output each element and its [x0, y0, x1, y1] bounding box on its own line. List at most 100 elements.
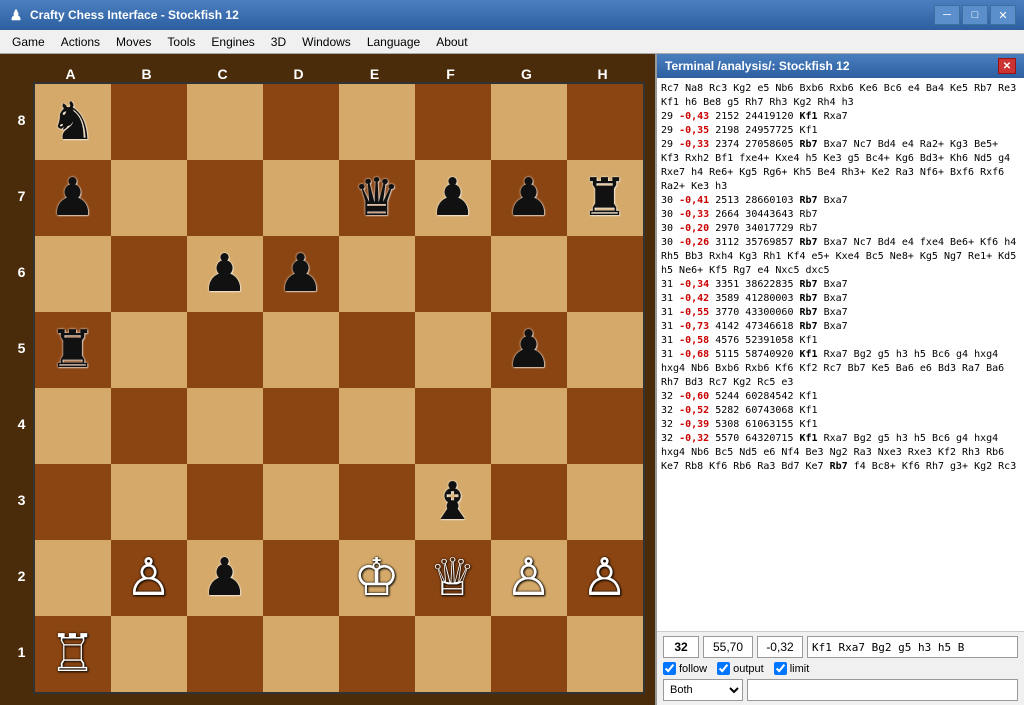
cell-e7[interactable]: ♛	[339, 160, 415, 236]
terminal-line: 30 -0,20 2970 34017729 Rb7	[661, 222, 1020, 236]
score2-input[interactable]	[757, 636, 803, 658]
command-input[interactable]	[747, 679, 1018, 701]
cell-e5[interactable]	[339, 312, 415, 388]
cell-b8[interactable]	[111, 84, 187, 160]
chess-board[interactable]: ♞♟♛♟♟♜♟♟♜♟♝♙♟♔♕♙♙♖	[33, 82, 645, 694]
terminal-output[interactable]: Rc7 Na8 Rc3 Kg2 e5 Nb6 Bxb6 Rxb6 Ke6 Bc6…	[657, 78, 1024, 631]
limit-checkbox[interactable]	[774, 662, 787, 675]
cell-a1[interactable]: ♖	[35, 616, 111, 692]
row-labels: 8 7 6 5 4 3 2 1	[11, 82, 33, 694]
cell-e3[interactable]	[339, 464, 415, 540]
menu-about[interactable]: About	[428, 30, 475, 53]
cell-a5[interactable]: ♜	[35, 312, 111, 388]
col-label-f: F	[413, 66, 489, 82]
cell-b2[interactable]: ♙	[111, 540, 187, 616]
terminal-line: 32 -0,52 5282 60743068 Kf1	[661, 404, 1020, 418]
cell-f7[interactable]: ♟	[415, 160, 491, 236]
maximize-button[interactable]: □	[962, 5, 988, 25]
cell-h4[interactable]	[567, 388, 643, 464]
cell-b1[interactable]	[111, 616, 187, 692]
menu-language[interactable]: Language	[359, 30, 428, 53]
menu-windows[interactable]: Windows	[294, 30, 359, 53]
cell-f3[interactable]: ♝	[415, 464, 491, 540]
cell-a3[interactable]	[35, 464, 111, 540]
cell-e8[interactable]	[339, 84, 415, 160]
menu-game[interactable]: Game	[4, 30, 53, 53]
cell-d2[interactable]	[263, 540, 339, 616]
cell-d5[interactable]	[263, 312, 339, 388]
follow-checkbox-group[interactable]: follow	[663, 662, 707, 675]
menu-engines[interactable]: Engines	[203, 30, 262, 53]
cell-c8[interactable]	[187, 84, 263, 160]
cell-g1[interactable]	[491, 616, 567, 692]
minimize-button[interactable]: ─	[934, 5, 960, 25]
cell-h1[interactable]	[567, 616, 643, 692]
score1-input[interactable]	[703, 636, 753, 658]
limit-checkbox-group[interactable]: limit	[774, 662, 810, 675]
cell-h7[interactable]: ♜	[567, 160, 643, 236]
col-label-d: D	[261, 66, 337, 82]
cell-a7[interactable]: ♟	[35, 160, 111, 236]
window-title: Crafty Chess Interface - Stockfish 12	[30, 8, 239, 22]
cell-h3[interactable]	[567, 464, 643, 540]
cell-f5[interactable]	[415, 312, 491, 388]
terminal-close-button[interactable]: ✕	[998, 58, 1016, 74]
cell-c6[interactable]: ♟	[187, 236, 263, 312]
cell-h5[interactable]	[567, 312, 643, 388]
cell-b7[interactable]	[111, 160, 187, 236]
cell-f1[interactable]	[415, 616, 491, 692]
cell-h2[interactable]: ♙	[567, 540, 643, 616]
app-icon: ♟	[8, 7, 24, 23]
menu-tools[interactable]: Tools	[159, 30, 203, 53]
cell-b4[interactable]	[111, 388, 187, 464]
cell-d4[interactable]	[263, 388, 339, 464]
cell-a8[interactable]: ♞	[35, 84, 111, 160]
depth-input[interactable]	[663, 636, 699, 658]
cell-h6[interactable]	[567, 236, 643, 312]
cell-d7[interactable]	[263, 160, 339, 236]
menu-3d[interactable]: 3D	[263, 30, 294, 53]
close-button[interactable]: ✕	[990, 5, 1016, 25]
output-checkbox[interactable]	[717, 662, 730, 675]
menu-actions[interactable]: Actions	[53, 30, 108, 53]
cell-c4[interactable]	[187, 388, 263, 464]
cell-g2[interactable]: ♙	[491, 540, 567, 616]
cell-a6[interactable]	[35, 236, 111, 312]
cell-g3[interactable]	[491, 464, 567, 540]
cell-c2[interactable]: ♟	[187, 540, 263, 616]
cell-c3[interactable]	[187, 464, 263, 540]
cell-f2[interactable]: ♕	[415, 540, 491, 616]
cell-b6[interactable]	[111, 236, 187, 312]
cell-d1[interactable]	[263, 616, 339, 692]
cell-f4[interactable]	[415, 388, 491, 464]
cell-b3[interactable]	[111, 464, 187, 540]
cell-f6[interactable]	[415, 236, 491, 312]
cell-a4[interactable]	[35, 388, 111, 464]
cell-c1[interactable]	[187, 616, 263, 692]
side-dropdown[interactable]: Both White Black	[663, 679, 743, 701]
cell-e4[interactable]	[339, 388, 415, 464]
cell-d8[interactable]	[263, 84, 339, 160]
terminal-line: 32 -0,32 5570 64320715 Kf1 Rxa7 Bg2 g5 h…	[661, 432, 1020, 474]
cell-f8[interactable]	[415, 84, 491, 160]
cell-g7[interactable]: ♟	[491, 160, 567, 236]
cell-b5[interactable]	[111, 312, 187, 388]
cell-e6[interactable]	[339, 236, 415, 312]
cell-e1[interactable]	[339, 616, 415, 692]
follow-checkbox[interactable]	[663, 662, 676, 675]
cell-g8[interactable]	[491, 84, 567, 160]
cell-e2[interactable]: ♔	[339, 540, 415, 616]
cell-h8[interactable]	[567, 84, 643, 160]
cell-d6[interactable]: ♟	[263, 236, 339, 312]
cell-g4[interactable]	[491, 388, 567, 464]
cell-g5[interactable]: ♟	[491, 312, 567, 388]
row-label-8: 8	[11, 82, 33, 158]
output-checkbox-group[interactable]: output	[717, 662, 764, 675]
cell-c7[interactable]	[187, 160, 263, 236]
cell-c5[interactable]	[187, 312, 263, 388]
cell-a2[interactable]	[35, 540, 111, 616]
cell-g6[interactable]	[491, 236, 567, 312]
menu-moves[interactable]: Moves	[108, 30, 159, 53]
cell-d3[interactable]	[263, 464, 339, 540]
move-display-input[interactable]	[807, 636, 1018, 658]
